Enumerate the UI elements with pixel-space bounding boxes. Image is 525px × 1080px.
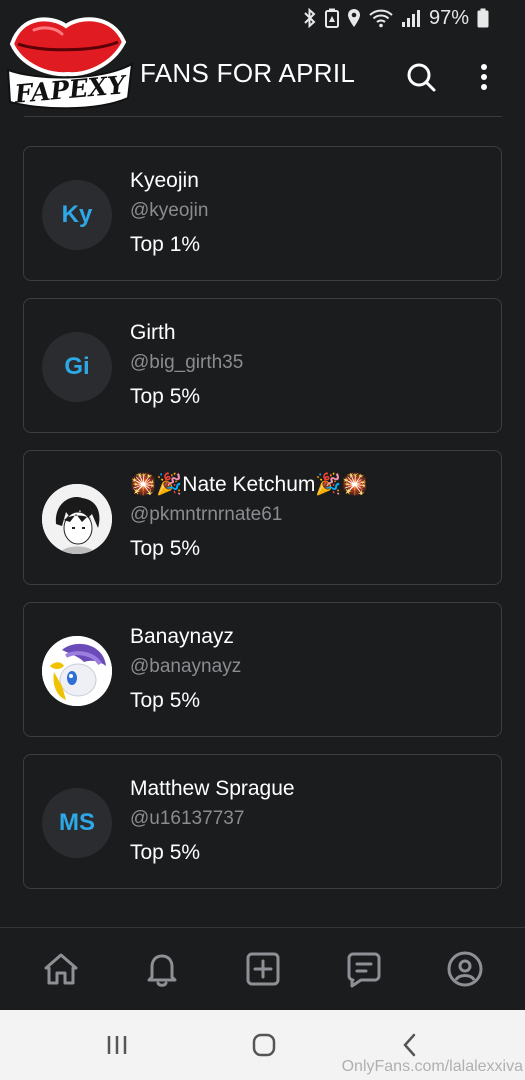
pony-avatar-image <box>42 636 112 706</box>
add-post-icon <box>246 952 279 986</box>
avatar[interactable] <box>42 484 112 554</box>
back-chevron-icon <box>403 1033 416 1057</box>
avatar[interactable]: Gi <box>42 332 112 402</box>
avatar[interactable]: MS <box>42 788 112 858</box>
fan-name[interactable]: Banaynayz <box>130 625 234 649</box>
recent-apps-button[interactable] <box>97 1028 137 1062</box>
fan-name[interactable]: Girth <box>130 321 176 345</box>
fan-card[interactable]: Gi Girth @big_girth35 Top 5% <box>23 298 502 433</box>
home-system-button[interactable] <box>244 1028 284 1062</box>
nav-messages-button[interactable] <box>342 947 386 991</box>
fan-rank: Top 5% <box>130 385 201 408</box>
screen: 97% FAPEXY FANS FOR APRIL Ky Kyeojin @ky… <box>0 0 525 1080</box>
nav-notifications-button[interactable] <box>140 947 184 991</box>
fan-handle: @banaynayz <box>130 656 242 677</box>
bluetooth-icon <box>303 8 317 28</box>
avatar[interactable]: Ky <box>42 180 112 250</box>
search-button[interactable] <box>404 60 438 94</box>
nav-add-post-button[interactable] <box>241 947 285 991</box>
app-header: FAPEXY FANS FOR APRIL <box>0 17 525 116</box>
fan-card[interactable]: Banaynayz @banaynayz Top 5% <box>23 602 502 737</box>
battery-percent: 97% <box>428 6 469 29</box>
bottom-navigation <box>0 927 525 1010</box>
signal-icon <box>401 8 421 28</box>
fan-handle: @pkmntrnrnate61 <box>130 504 283 525</box>
fan-name[interactable]: Kyeojin <box>130 169 199 193</box>
home-square-icon <box>252 1033 276 1057</box>
fan-rank: Top 5% <box>130 841 201 864</box>
anime-avatar-image <box>42 484 112 554</box>
avatar[interactable] <box>42 636 112 706</box>
fan-card[interactable]: MS Matthew Sprague @u16137737 Top 5% <box>23 754 502 889</box>
bell-icon <box>147 954 176 987</box>
fan-rank: Top 5% <box>130 537 201 560</box>
fan-card[interactable]: Ky Kyeojin @kyeojin Top 1% <box>23 146 502 281</box>
more-options-button[interactable] <box>472 60 496 94</box>
fan-list: Ky Kyeojin @kyeojin Top 1% Gi Girth @big… <box>23 146 502 906</box>
fan-handle: @kyeojin <box>130 200 209 221</box>
recent-apps-icon <box>107 1036 127 1054</box>
more-vertical-icon <box>481 64 487 90</box>
profile-icon <box>447 951 482 987</box>
back-button[interactable] <box>390 1028 430 1062</box>
header-divider <box>24 116 502 117</box>
nav-home-button[interactable] <box>39 947 83 991</box>
fan-handle: @u16137737 <box>130 808 245 829</box>
fan-card[interactable]: 🎇🎉Nate Ketchum🎉🎇 @pkmntrnrnate61 Top 5% <box>23 450 502 585</box>
system-navigation-bar: OnlyFans.com/lalalexxiva <box>0 1010 525 1080</box>
page-title: FANS FOR APRIL <box>140 58 356 88</box>
watermark: OnlyFans.com/lalalexxiva <box>341 1058 523 1075</box>
fan-rank: Top 5% <box>130 689 201 712</box>
fan-rank: Top 1% <box>130 233 201 256</box>
location-icon <box>347 8 361 28</box>
home-icon <box>44 953 77 985</box>
battery-icon <box>477 8 489 28</box>
battery-saver-icon <box>324 8 339 28</box>
wifi-icon <box>369 8 393 28</box>
fan-name[interactable]: Matthew Sprague <box>130 777 295 801</box>
fapexy-logo: FAPEXY <box>4 6 134 132</box>
search-icon <box>407 63 436 92</box>
messages-icon <box>347 952 380 988</box>
fan-handle: @big_girth35 <box>130 352 244 373</box>
fan-name[interactable]: 🎇🎉Nate Ketchum🎉🎇 <box>130 473 368 497</box>
nav-profile-button[interactable] <box>443 947 487 991</box>
